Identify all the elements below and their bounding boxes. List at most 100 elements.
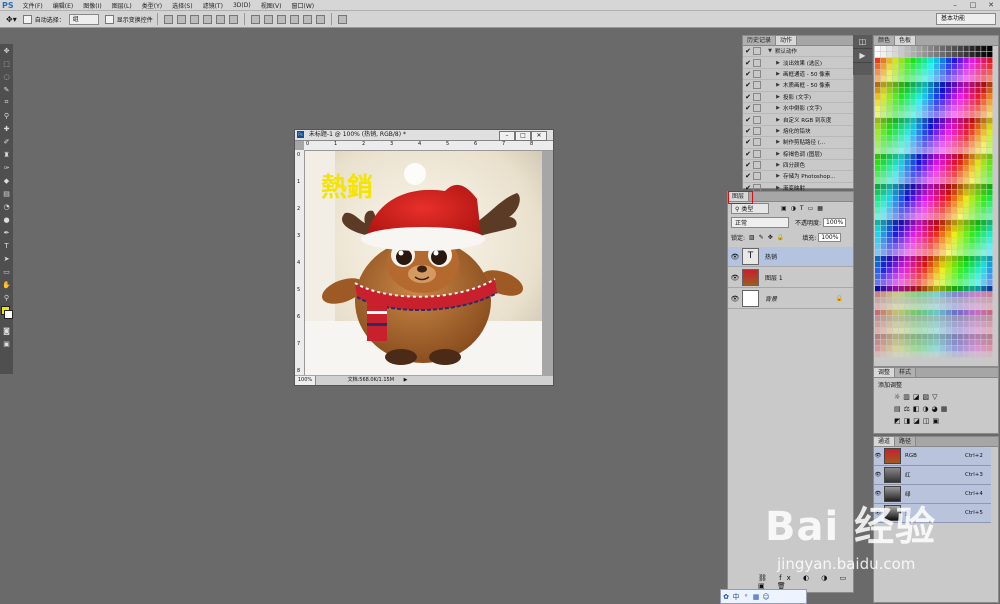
swatch-cell[interactable] (939, 334, 946, 340)
layer-row-background[interactable]: 👁 背景 🔒 (728, 289, 853, 309)
swatch-cell[interactable] (934, 70, 940, 76)
swatch-cell[interactable] (898, 334, 904, 340)
gradient-tool-icon[interactable]: ▤ (0, 187, 13, 200)
swatch-cell[interactable] (969, 88, 975, 94)
swatch-cell[interactable] (975, 202, 981, 208)
swatch-cell[interactable] (963, 58, 969, 64)
eye-icon[interactable]: 👁 (728, 274, 742, 282)
swatch-cell[interactable] (880, 178, 887, 184)
swatch-cell[interactable] (987, 196, 993, 202)
swatch-cell[interactable] (910, 322, 916, 328)
swatch-cell[interactable] (880, 142, 887, 148)
swatch-cell[interactable] (951, 214, 957, 220)
swatch-cell[interactable] (963, 262, 969, 268)
swatch-cell[interactable] (939, 292, 946, 298)
swatch-cell[interactable] (880, 148, 887, 154)
swatch-cell[interactable] (963, 70, 969, 76)
swatch-cell[interactable] (880, 220, 887, 226)
swatch-cell[interactable] (928, 250, 934, 256)
hand-tool-icon[interactable]: ✋ (0, 278, 13, 291)
swatch-cell[interactable] (904, 256, 910, 262)
swatch-cell[interactable] (898, 232, 904, 238)
swatch-cell[interactable] (892, 94, 898, 100)
eye-icon[interactable]: 👁 (728, 253, 742, 261)
swatch-cell[interactable] (939, 304, 946, 310)
swatch-cell[interactable] (922, 328, 928, 334)
swatch-cell[interactable] (898, 88, 904, 94)
swatch-cell[interactable] (951, 76, 957, 82)
swatch-cell[interactable] (951, 262, 957, 268)
swatch-cell[interactable] (934, 154, 940, 160)
swatch-cell[interactable] (875, 142, 881, 148)
swatch-cell[interactable] (922, 238, 928, 244)
swatch-cell[interactable] (922, 262, 928, 268)
swatch-cell[interactable] (969, 220, 975, 226)
swatch-cell[interactable] (880, 208, 887, 214)
swatch-cell[interactable] (875, 88, 881, 94)
swatch-cell[interactable] (981, 178, 987, 184)
swatch-cell[interactable] (904, 142, 910, 148)
swatch-cell[interactable] (875, 124, 881, 130)
swatch-cell[interactable] (969, 196, 975, 202)
action-item[interactable]: ✔ ▶ 画框通道 - 50 像素 (743, 69, 853, 81)
swatch-cell[interactable] (969, 202, 975, 208)
swatch-cell[interactable] (875, 238, 881, 244)
swatch-cell[interactable] (886, 100, 893, 106)
swatch-cell[interactable] (963, 166, 969, 172)
swatch-cell[interactable] (898, 346, 904, 352)
swatch-cell[interactable] (916, 166, 922, 172)
expand-right-icon[interactable]: ▶ (773, 71, 783, 77)
swatch-cell[interactable] (957, 346, 963, 352)
brush-tool-icon[interactable]: ✐ (0, 135, 13, 148)
swatch-cell[interactable] (934, 298, 940, 304)
swatch-cell[interactable] (987, 166, 993, 172)
swatch-cell[interactable] (934, 106, 940, 112)
swatch-cell[interactable] (922, 256, 928, 262)
swatch-cell[interactable] (969, 346, 975, 352)
swatch-cell[interactable] (928, 262, 934, 268)
swatch-cell[interactable] (981, 328, 987, 334)
swatch-cell[interactable] (880, 160, 887, 166)
swatch-cell[interactable] (945, 172, 952, 178)
swatch-cell[interactable] (945, 334, 952, 340)
swatch-cell[interactable] (934, 94, 940, 100)
dialog-toggle-box[interactable] (753, 172, 761, 181)
swatch-cell[interactable] (928, 316, 934, 322)
swatch-cell[interactable] (939, 280, 946, 286)
swatch-cell[interactable] (969, 256, 975, 262)
swatch-cell[interactable] (910, 328, 916, 334)
swatch-cell[interactable] (886, 106, 893, 112)
swatch-cell[interactable] (910, 118, 916, 124)
swatch-cell[interactable] (969, 262, 975, 268)
swatch-cell[interactable] (934, 328, 940, 334)
swatch-cell[interactable] (886, 94, 893, 100)
swatch-cell[interactable] (987, 46, 993, 52)
swatch-cell[interactable] (875, 232, 881, 238)
swatch-cell[interactable] (981, 208, 987, 214)
swatch-cell[interactable] (892, 316, 898, 322)
swatch-cell[interactable] (898, 76, 904, 82)
swatch-cell[interactable] (892, 172, 898, 178)
swatch-cell[interactable] (880, 106, 887, 112)
swatch-cell[interactable] (880, 58, 887, 64)
swatch-cell[interactable] (916, 280, 922, 286)
swatch-cell[interactable] (957, 340, 963, 346)
swatch-cell[interactable] (951, 112, 957, 118)
swatch-cell[interactable] (987, 250, 993, 256)
swatch-cell[interactable] (981, 274, 987, 280)
document-canvas[interactable]: 熱銷 (305, 151, 542, 375)
dialog-toggle-box[interactable] (753, 115, 761, 124)
check-icon[interactable]: ✔ (743, 81, 753, 89)
swatch-cell[interactable] (922, 130, 928, 136)
swatch-cell[interactable] (898, 208, 904, 214)
swatch-cell[interactable] (975, 70, 981, 76)
swatch-cell[interactable] (957, 88, 963, 94)
swatch-cell[interactable] (910, 76, 916, 82)
swatch-cell[interactable] (880, 184, 887, 190)
swatch-cell[interactable] (969, 106, 975, 112)
swatch-cell[interactable] (892, 244, 898, 250)
swatch-cell[interactable] (875, 136, 881, 142)
swatch-cell[interactable] (892, 106, 898, 112)
swatch-cell[interactable] (987, 184, 993, 190)
swatch-cell[interactable] (963, 310, 969, 316)
